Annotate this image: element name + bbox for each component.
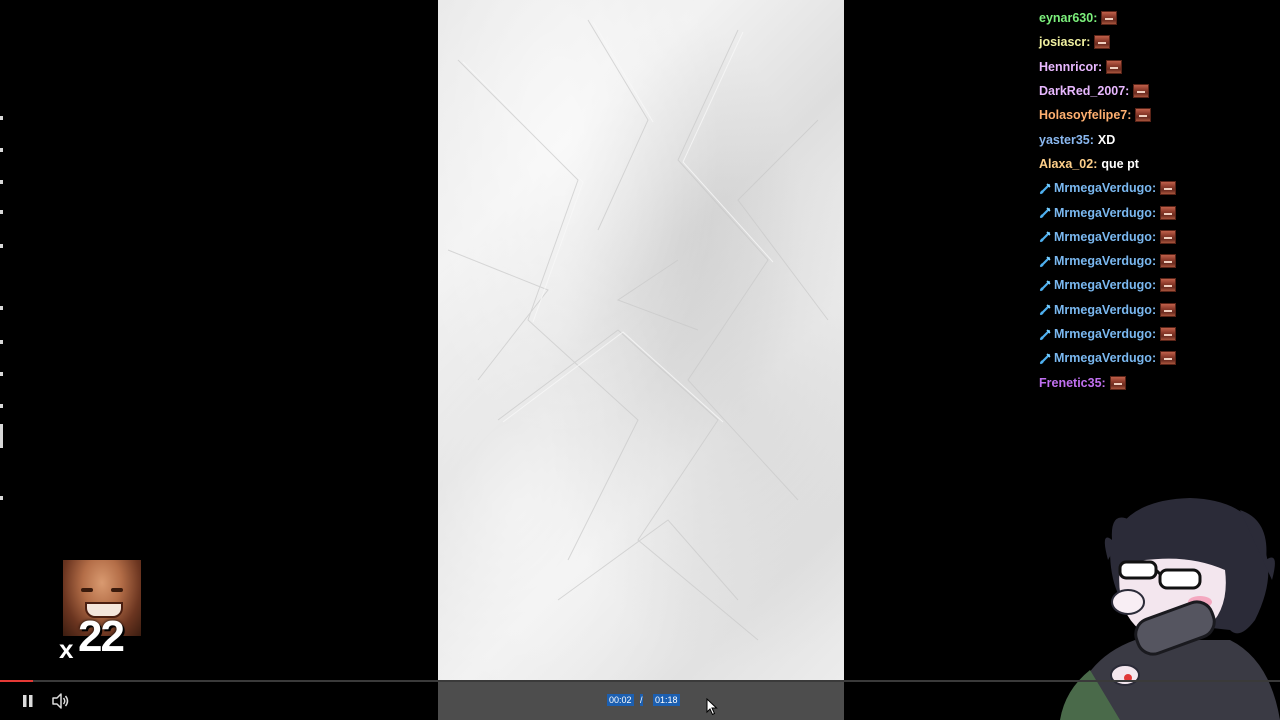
chat-message: MrmegaVerdugo: — [1039, 322, 1279, 346]
edge-marker — [0, 116, 3, 120]
sword-icon — [1039, 256, 1051, 267]
emote-eye — [81, 588, 93, 592]
chat-separator: : — [1089, 132, 1094, 147]
stream-player: eynar630: josiascr: Hennricor: DarkRed_2007… — [0, 0, 1280, 720]
sword-icon — [1039, 304, 1051, 316]
chat-message: Frenetic35: — [1039, 370, 1279, 394]
combo-count: 22 — [78, 612, 125, 661]
volume-icon[interactable] — [50, 691, 70, 711]
pog-emote — [1101, 11, 1118, 26]
edge-marker — [0, 244, 3, 248]
chat-separator: : — [1151, 181, 1157, 196]
edge-marker — [0, 180, 3, 184]
chat-separator: : — [1093, 156, 1098, 171]
chat-separator: : — [1151, 278, 1157, 293]
chat-message: Holasoyfelipe7: — [1039, 103, 1279, 127]
chat-username[interactable]: Hennricor — [1039, 60, 1098, 74]
current-time: 00:02 — [607, 694, 634, 706]
chat-separator: : — [1151, 327, 1157, 341]
chat-separator: : — [1151, 302, 1157, 317]
chat-text: XD — [1097, 132, 1116, 147]
chat-username[interactable]: josiascr — [1039, 35, 1086, 49]
chat-username[interactable]: eynar630 — [1039, 11, 1093, 25]
chat-username[interactable]: Alaxa_02 — [1039, 157, 1093, 171]
chat-message: eynar630: — [1039, 6, 1279, 30]
duration: 01:18 — [653, 694, 680, 706]
edge-marker — [0, 340, 3, 344]
chat-message: Hennricor: — [1039, 55, 1279, 79]
pog-emote — [1135, 108, 1152, 123]
chat-username[interactable]: DarkRed_2007 — [1039, 84, 1125, 98]
chat-panel: eynar630: josiascr: Hennricor: DarkRed_2007… — [1039, 6, 1279, 395]
chat-message: josiascr: — [1039, 30, 1279, 54]
pog-emote — [1160, 229, 1177, 244]
chat-message: MrmegaVerdugo: — [1039, 249, 1279, 273]
chat-separator: : — [1151, 205, 1157, 220]
chat-username[interactable]: MrmegaVerdugo — [1054, 254, 1152, 268]
chat-username[interactable]: Holasoyfelipe7 — [1039, 108, 1127, 122]
pog-emote — [1160, 254, 1177, 269]
video-frame[interactable] — [438, 0, 844, 680]
edge-marker — [0, 306, 3, 310]
chat-message: yaster35: XD — [1039, 127, 1279, 151]
edge-marker — [0, 148, 3, 152]
sword-icon — [1039, 207, 1051, 219]
chat-separator: : — [1086, 35, 1091, 50]
chat-username[interactable]: MrmegaVerdugo — [1054, 206, 1152, 220]
pog-emote — [1160, 351, 1177, 366]
sword-icon — [1039, 328, 1051, 340]
pog-emote — [1160, 327, 1177, 341]
pog-emote — [1133, 84, 1150, 99]
chat-username[interactable]: MrmegaVerdugo — [1054, 327, 1152, 341]
pog-emote — [1160, 302, 1177, 317]
chat-separator: : — [1127, 108, 1132, 123]
pog-emote — [1106, 59, 1123, 74]
chat-separator: : — [1093, 11, 1098, 26]
chat-text: que pt — [1101, 156, 1139, 171]
chat-username[interactable]: MrmegaVerdugo — [1054, 303, 1152, 317]
pog-emote — [1160, 205, 1177, 220]
chat-message: MrmegaVerdugo: — [1039, 200, 1279, 224]
chat-message: MrmegaVerdugo: — [1039, 298, 1279, 322]
edge-marker — [0, 372, 3, 376]
chat-separator: : — [1125, 84, 1130, 99]
sword-icon — [1039, 231, 1051, 243]
mouse-cursor-icon — [706, 698, 718, 716]
chat-separator: : — [1151, 229, 1157, 244]
chat-username[interactable]: yaster35 — [1039, 133, 1090, 147]
chat-message: Alaxa_02: que pt — [1039, 152, 1279, 176]
edge-marker — [0, 424, 3, 448]
time-separator: / — [640, 694, 643, 706]
chat-message: MrmegaVerdugo: — [1039, 225, 1279, 249]
chat-separator: : — [1151, 351, 1157, 366]
chat-message: MrmegaVerdugo: — [1039, 346, 1279, 370]
pause-icon[interactable] — [18, 692, 38, 710]
player-controls: 00:02 / 01:18 — [0, 682, 1280, 720]
chat-separator: : — [1098, 59, 1103, 74]
edge-marker — [0, 496, 3, 500]
chat-username[interactable]: MrmegaVerdugo — [1054, 181, 1152, 195]
chat-message: MrmegaVerdugo: — [1039, 176, 1279, 200]
combo-prefix: x — [59, 634, 74, 664]
sword-icon — [1039, 353, 1051, 364]
edge-marker — [0, 404, 3, 408]
chat-username[interactable]: Frenetic35 — [1039, 376, 1102, 390]
paper-crease-lines — [447, 19, 829, 641]
pog-emote — [1160, 181, 1177, 196]
chat-message: MrmegaVerdugo: — [1039, 273, 1279, 297]
chat-username[interactable]: MrmegaVerdugo — [1054, 230, 1152, 244]
chat-username[interactable]: MrmegaVerdugo — [1054, 278, 1152, 292]
sword-icon — [1039, 280, 1051, 292]
chat-message: DarkRed_2007: — [1039, 79, 1279, 103]
pog-emote — [1109, 375, 1126, 390]
chat-separator: : — [1151, 254, 1157, 269]
emote-eye — [111, 588, 123, 592]
chat-separator: : — [1101, 375, 1106, 390]
pog-emote — [1094, 35, 1111, 50]
edge-marker — [0, 210, 3, 214]
pog-emote — [1160, 278, 1177, 293]
sword-icon — [1039, 183, 1051, 194]
chat-username[interactable]: MrmegaVerdugo — [1054, 351, 1152, 365]
